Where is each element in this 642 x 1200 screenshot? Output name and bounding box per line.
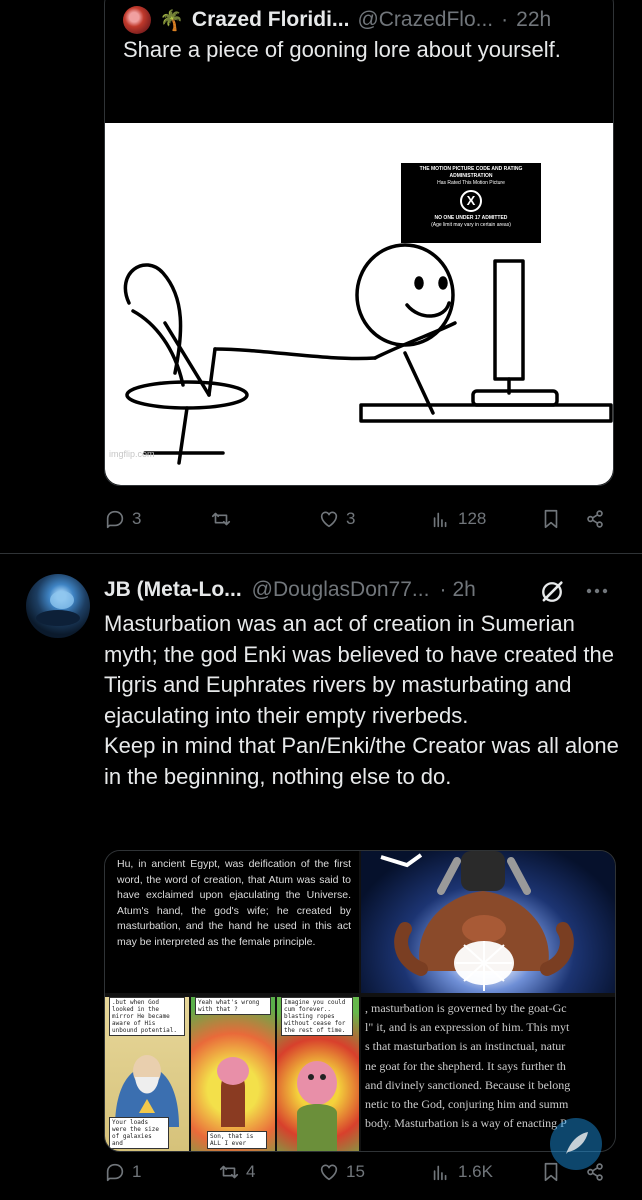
heart-icon xyxy=(320,1164,338,1181)
author-handle[interactable]: @DouglasDon77... xyxy=(252,578,430,602)
comic-character-drawing-2 xyxy=(297,1061,337,1151)
repost-icon xyxy=(211,512,231,526)
heart-icon xyxy=(320,511,338,528)
views-button[interactable]: 1.6K xyxy=(430,1161,493,1183)
share-button[interactable] xyxy=(584,1161,606,1183)
serif-line: netic to the God, conjuring him and summ xyxy=(365,1097,569,1112)
reply-button[interactable]: 3 xyxy=(104,508,141,530)
serif-line: ne goat for the shepherd. It says furthe… xyxy=(365,1058,566,1073)
imgflip-watermark: imgflip.com xyxy=(109,449,155,459)
bookmark-icon xyxy=(544,509,558,529)
egypt-text-panel: Hu, in ancient Egypt, was deification of… xyxy=(105,851,359,993)
tweet-text: Masturbation was an act of creation in S… xyxy=(104,609,624,792)
serif-line: l" it, and is an expression of him. This… xyxy=(365,1020,570,1035)
x-rating-card: THE MOTION PICTURE CODE AND RATING ADMIN… xyxy=(401,163,541,243)
quoted-tweet-header: 🌴 Crazed Floridi... @CrazedFlo... · 22h xyxy=(123,5,551,35)
quoted-tweet-time[interactable]: 22h xyxy=(516,8,551,32)
x-rating-icon: X xyxy=(460,190,482,212)
serif-line: s that masturbation is an instinctual, n… xyxy=(365,1039,566,1054)
comic-caption-1: .but when God looked in the mirror He be… xyxy=(109,997,185,1036)
quoted-tweet-actions: 3 3 128 xyxy=(104,502,616,536)
reply-icon xyxy=(106,1163,124,1182)
like-count: 15 xyxy=(346,1162,365,1181)
serif-line: , masturbation is governed by the goat-G… xyxy=(365,1001,567,1015)
quoted-author-avatar[interactable] xyxy=(123,6,151,34)
share-icon xyxy=(587,510,603,528)
tweet-paragraph-1: Masturbation was an act of creation in S… xyxy=(104,611,614,728)
tweet-divider xyxy=(0,553,642,554)
rating-subtitle: Has Rated This Motion Picture xyxy=(437,180,505,186)
views-icon xyxy=(433,512,447,528)
share-button[interactable] xyxy=(584,508,606,530)
comic-character-drawing xyxy=(217,1057,249,1127)
author-name[interactable]: JB (Meta-Lo... xyxy=(104,578,242,602)
bookmark-button[interactable] xyxy=(540,1161,562,1183)
reply-icon xyxy=(106,510,124,529)
bookmark-button[interactable] xyxy=(540,508,562,530)
comic-panel-2: Yeah what's wrong with that ? Son, that … xyxy=(191,997,275,1151)
like-count: 3 xyxy=(346,509,356,528)
separator-dot: · xyxy=(501,8,509,31)
repost-count: 4 xyxy=(246,1162,256,1181)
muscular-figure-drawing xyxy=(380,851,574,991)
tweet-media[interactable]: Hu, in ancient Egypt, was deification of… xyxy=(104,850,616,1152)
comic-caption-1-bottom: Your loads were the size of galaxies and xyxy=(109,1117,169,1149)
repost-button[interactable] xyxy=(210,508,232,530)
repost-button[interactable]: 4 xyxy=(218,1161,255,1183)
quoted-author-name[interactable]: Crazed Floridi... xyxy=(192,8,350,32)
muscular-figure-image xyxy=(361,851,615,993)
rating-title: THE MOTION PICTURE CODE AND RATING ADMIN… xyxy=(419,166,523,179)
comic-caption-2-bottom: Son, that is ALL I ever xyxy=(207,1131,267,1149)
comic-caption-2: Yeah what's wrong with that ? xyxy=(195,997,271,1015)
serif-line: and divinely sanctioned. Because it belo… xyxy=(365,1077,571,1092)
like-button[interactable]: 3 xyxy=(318,508,355,530)
separator-dot: · xyxy=(439,578,447,601)
reply-button[interactable]: 1 xyxy=(104,1161,141,1183)
comic-panel-1: .but when God looked in the mirror He be… xyxy=(105,997,189,1151)
avatar-image xyxy=(36,591,80,626)
views-icon xyxy=(433,1165,447,1181)
comic-caption-3: Imagine you could cum forever.. blasting… xyxy=(281,997,353,1036)
bookmark-icon xyxy=(544,1162,558,1182)
reply-count: 3 xyxy=(132,509,142,528)
tweet-header: JB (Meta-Lo... @DouglasDon77... · 2h xyxy=(104,574,476,606)
quoted-tweet-text: Share a piece of gooning lore about your… xyxy=(123,37,561,62)
tweet-paragraph-2: Keep in mind that Pan/Enki/the Creator w… xyxy=(104,733,619,789)
views-button[interactable]: 128 xyxy=(430,508,486,530)
tweet-time[interactable]: 2h xyxy=(452,578,475,602)
rating-disclaimer: (Age limit may vary in certain areas) xyxy=(431,222,511,228)
tweet-actions: 1 4 15 1.6K xyxy=(104,1155,616,1189)
reply-count: 1 xyxy=(132,1162,142,1181)
grok-icon[interactable] xyxy=(538,578,566,606)
quoted-tweet-card[interactable]: 🌴 Crazed Floridi... @CrazedFlo... · 22h … xyxy=(104,0,614,486)
comic-panel-3: Imagine you could cum forever.. blasting… xyxy=(277,997,359,1151)
like-button[interactable]: 15 xyxy=(318,1161,365,1183)
rating-notice: NO ONE UNDER 17 ADMITTED xyxy=(434,215,508,221)
view-count: 1.6K xyxy=(458,1162,493,1181)
repost-icon xyxy=(219,1165,239,1179)
more-options-icon[interactable] xyxy=(582,578,612,604)
share-icon xyxy=(587,1163,603,1181)
author-avatar[interactable] xyxy=(26,574,90,638)
view-count: 128 xyxy=(458,509,487,528)
palm-tree-emoji: 🌴 xyxy=(159,9,184,32)
god-figure-drawing xyxy=(115,1055,179,1127)
quoted-author-handle[interactable]: @CrazedFlo... xyxy=(357,8,493,32)
